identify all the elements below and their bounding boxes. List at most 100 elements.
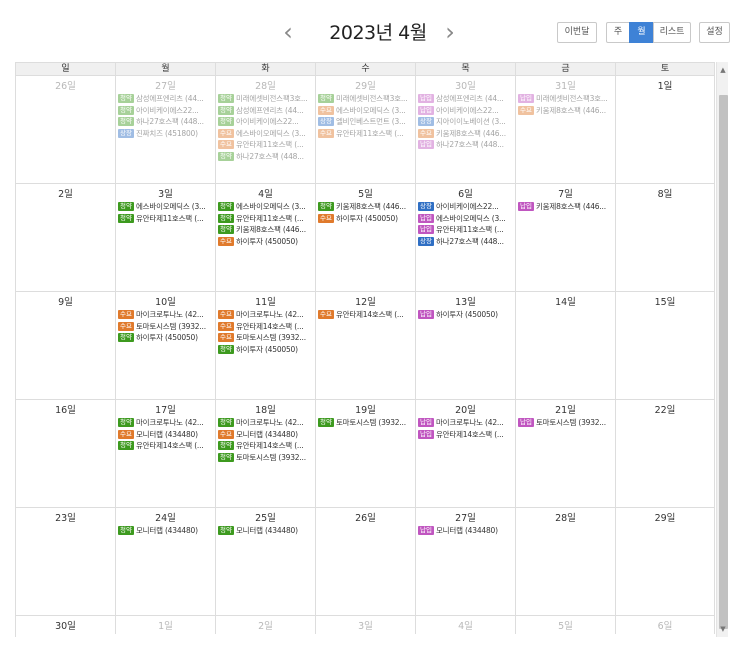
day-cell[interactable]: 3일 [316, 616, 416, 634]
day-cell[interactable]: 12일 수요 유안타제14호스팩 (... [316, 292, 416, 399]
calendar-event[interactable]: 수요 유안타제11호스팩 (... [318, 128, 414, 139]
calendar-event[interactable]: 청약 유안타제11호스팩 (... [118, 213, 214, 224]
calendar-event[interactable]: 청약 모니터랩 (434480) [218, 525, 314, 536]
calendar-event[interactable]: 수요 에스바이오메딕스 (3... [318, 105, 414, 116]
day-cell[interactable]: 4일 청약 에스바이오메딕스 (3... 청약 유안타제11호스팩 (... 청약 키움제8… [216, 184, 316, 291]
calendar-event[interactable]: 청약 하이투자 (450050) [218, 344, 314, 355]
day-cell[interactable]: 7일 납입 키움제8호스팩 (446... [516, 184, 616, 291]
calendar-event[interactable]: 수요 토마토시스템 (3932... [218, 332, 314, 343]
calendar-event[interactable]: 납입 아이비케이에스22... [418, 105, 514, 116]
day-cell[interactable]: 28일 [516, 508, 616, 615]
day-cell[interactable]: 6일 상장 아이비케이에스22... 납입 에스바이오메딕스 (3... 납입 유안타제11… [416, 184, 516, 291]
calendar-event[interactable]: 수요 모니터랩 (434480) [118, 429, 214, 440]
day-number[interactable]: 27일 [116, 76, 215, 92]
day-number[interactable]: 4일 [216, 184, 315, 200]
calendar-event[interactable]: 청약 미래에셋비전스팩3호... [318, 93, 414, 104]
calendar-event[interactable]: 납입 토마토시스템 (3932... [518, 417, 614, 428]
day-number[interactable]: 9일 [16, 292, 115, 308]
calendar-event[interactable]: 청약 에스바이오메딕스 (3... [218, 201, 314, 212]
calendar-event[interactable]: 청약 마이크로투나노 (42... [118, 417, 214, 428]
day-cell[interactable]: 16일 [16, 400, 116, 507]
calendar-event[interactable]: 상장 하나27호스팩 (448... [418, 236, 514, 247]
day-cell[interactable]: 11일 수요 마이크로투나노 (42... 수요 유안타제14호스팩 (... 수요 토마토… [216, 292, 316, 399]
calendar-event[interactable]: 청약 삼성에프엔리츠 (44... [118, 93, 214, 104]
calendar-event[interactable]: 청약 아이비케이에스22... [218, 116, 314, 127]
calendar-event[interactable]: 납입 에스바이오메딕스 (3... [418, 213, 514, 224]
day-cell[interactable]: 4일 [416, 616, 516, 634]
calendar-event[interactable]: 청약 토마토시스템 (3932... [218, 452, 314, 463]
calendar-event[interactable]: 수요 하이투자 (450050) [218, 236, 314, 247]
calendar-event[interactable]: 상장 진짜치즈 (451800) [118, 128, 214, 139]
day-number[interactable]: 3일 [316, 616, 415, 632]
calendar-event[interactable]: 수요 유안타제14호스팩 (... [318, 309, 414, 320]
day-cell[interactable]: 2일 [16, 184, 116, 291]
list-view-button[interactable]: 리스트 [653, 22, 691, 43]
calendar-event[interactable]: 수요 유안타제14호스팩 (... [218, 321, 314, 332]
settings-button[interactable]: 설정 [699, 22, 730, 43]
day-number[interactable]: 28일 [516, 508, 615, 524]
day-cell[interactable]: 29일 청약 미래에셋비전스팩3호... 수요 에스바이오메딕스 (3... 상장 엘비인베… [316, 76, 416, 183]
day-number[interactable]: 18일 [216, 400, 315, 416]
day-cell[interactable]: 30일 [16, 616, 116, 634]
day-cell[interactable]: 22일 [616, 400, 715, 507]
day-cell[interactable]: 1일 [616, 76, 715, 183]
scroll-thumb[interactable] [719, 95, 728, 629]
day-cell[interactable]: 14일 [516, 292, 616, 399]
day-number[interactable]: 3일 [116, 184, 215, 200]
calendar-event[interactable]: 납입 마이크로투나노 (42... [418, 417, 514, 428]
day-cell[interactable]: 1일 [116, 616, 216, 634]
day-cell[interactable]: 8일 [616, 184, 715, 291]
day-cell[interactable]: 31일 납입 미래에셋비전스팩3호... 수요 키움제8호스팩 (446... [516, 76, 616, 183]
day-number[interactable]: 7일 [516, 184, 615, 200]
day-cell[interactable]: 3일 청약 에스바이오메딕스 (3... 청약 유안타제11호스팩 (... [116, 184, 216, 291]
this-month-button[interactable]: 이번달 [557, 22, 597, 43]
calendar-event[interactable]: 상장 엘비인베스트먼트 (3... [318, 116, 414, 127]
week-view-button[interactable]: 주 [606, 22, 630, 43]
calendar-event[interactable]: 청약 모니터랩 (434480) [118, 525, 214, 536]
calendar-event[interactable]: 수요 키움제8호스팩 (446... [418, 128, 514, 139]
day-number[interactable]: 8일 [616, 184, 714, 200]
day-number[interactable]: 27일 [416, 508, 515, 524]
day-number[interactable]: 30일 [416, 76, 515, 92]
calendar-event[interactable]: 수요 유안타제11호스팩 (... [218, 139, 314, 150]
day-number[interactable]: 26일 [16, 76, 115, 92]
calendar-event[interactable]: 청약 에스바이오메딕스 (3... [118, 201, 214, 212]
day-number[interactable]: 5일 [516, 616, 615, 632]
calendar-event[interactable]: 청약 마이크로투나노 (42... [218, 417, 314, 428]
day-number[interactable]: 10일 [116, 292, 215, 308]
calendar-event[interactable]: 수요 토마토시스템 (3932... [118, 321, 214, 332]
calendar-event[interactable]: 납입 유안타제14호스팩 (... [418, 429, 514, 440]
calendar-event[interactable]: 수요 마이크로투나노 (42... [218, 309, 314, 320]
day-number[interactable]: 5일 [316, 184, 415, 200]
calendar-event[interactable]: 수요 키움제8호스팩 (446... [518, 105, 614, 116]
day-number[interactable]: 2일 [216, 616, 315, 632]
day-number[interactable]: 31일 [516, 76, 615, 92]
day-number[interactable]: 29일 [616, 508, 714, 524]
day-cell[interactable]: 19일 청약 토마토시스템 (3932... [316, 400, 416, 507]
calendar-event[interactable]: 납입 키움제8호스팩 (446... [518, 201, 614, 212]
month-view-button[interactable]: 월 [629, 22, 654, 43]
day-cell[interactable]: 24일 청약 모니터랩 (434480) [116, 508, 216, 615]
calendar-event[interactable]: 납입 삼성에프엔리츠 (44... [418, 93, 514, 104]
day-cell[interactable]: 26일 [316, 508, 416, 615]
day-number[interactable]: 23일 [16, 508, 115, 524]
day-cell[interactable]: 5일 [516, 616, 616, 634]
day-number[interactable]: 15일 [616, 292, 714, 308]
calendar-event[interactable]: 납입 모니터랩 (434480) [418, 525, 514, 536]
day-cell[interactable]: 10일 수요 마이크로투나노 (42... 수요 토마토시스템 (3932... 청약 하이… [116, 292, 216, 399]
day-cell[interactable]: 9일 [16, 292, 116, 399]
day-number[interactable]: 16일 [16, 400, 115, 416]
day-number[interactable]: 6일 [616, 616, 714, 632]
calendar-event[interactable]: 청약 토마토시스템 (3932... [318, 417, 414, 428]
calendar-event[interactable]: 청약 아이비케이에스22... [118, 105, 214, 116]
day-number[interactable]: 17일 [116, 400, 215, 416]
day-cell[interactable]: 23일 [16, 508, 116, 615]
day-cell[interactable]: 29일 [616, 508, 715, 615]
day-cell[interactable]: 13일 납입 하이투자 (450050) [416, 292, 516, 399]
day-number[interactable]: 20일 [416, 400, 515, 416]
day-number[interactable]: 1일 [616, 76, 714, 92]
calendar-event[interactable]: 납입 하나27호스팩 (448... [418, 139, 514, 150]
calendar-event[interactable]: 수요 모니터랩 (434480) [218, 429, 314, 440]
day-cell[interactable]: 2일 [216, 616, 316, 634]
scroll-down-arrow-icon[interactable]: ▼ [717, 623, 729, 635]
